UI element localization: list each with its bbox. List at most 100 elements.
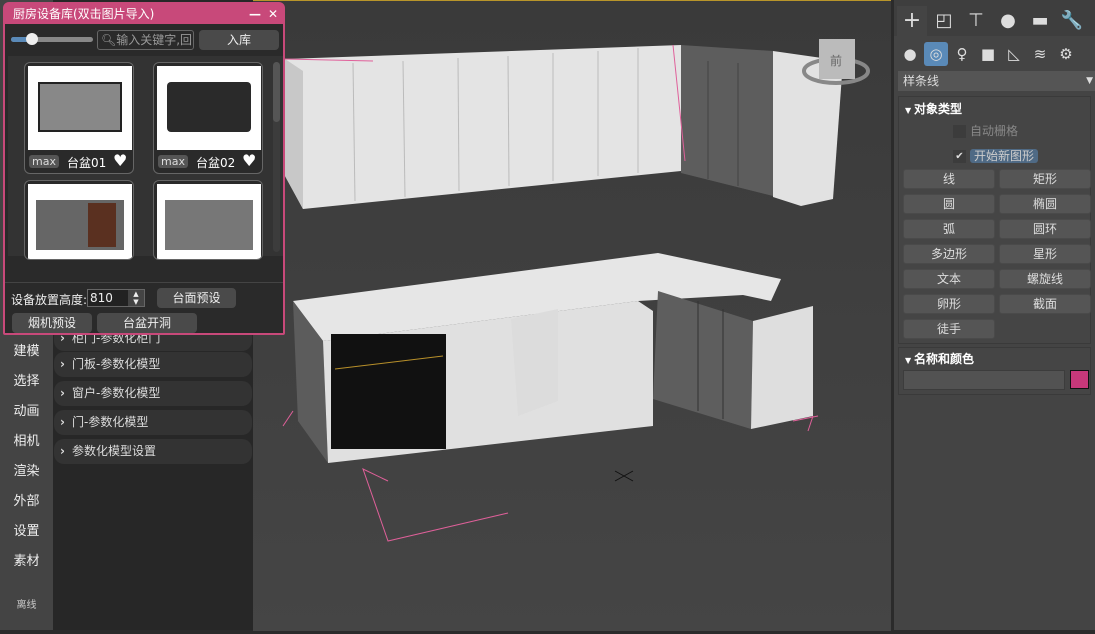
rectangle-button[interactable]: 矩形: [999, 169, 1091, 189]
autogrid-checkbox[interactable]: 自动栅格: [953, 122, 1018, 139]
sink-cutout-button[interactable]: 台盆开洞: [97, 313, 197, 333]
leftbar-item-settings[interactable]: 设置: [0, 520, 53, 539]
star-button[interactable]: 星形: [999, 244, 1091, 264]
ngon-button[interactable]: 多边形: [903, 244, 995, 264]
checkmark-icon: ✔: [953, 150, 966, 163]
circle-button[interactable]: 圆: [903, 194, 995, 214]
leftbar-item-animation[interactable]: 动画: [0, 400, 53, 419]
section-door-panel[interactable]: › 门板-参数化模型: [54, 352, 252, 377]
object-name-input[interactable]: [903, 370, 1065, 390]
create-tab-icon[interactable]: +: [897, 6, 927, 36]
leftbar-item-assets[interactable]: 素材: [0, 550, 53, 569]
viewport-perspective[interactable]: 前: [253, 0, 891, 631]
status-offline: 离线: [16, 600, 37, 611]
leftbar-item-modeling[interactable]: 建模: [0, 340, 53, 359]
helix-button[interactable]: 螺旋线: [999, 269, 1091, 289]
hood-preset-button[interactable]: 烟机预设: [12, 313, 92, 333]
section-window[interactable]: › 窗户-参数化模型: [54, 381, 252, 406]
item-name: 台盆01: [67, 156, 107, 170]
hierarchy-tab-icon[interactable]: ⊤: [961, 6, 991, 36]
modify-tab-icon[interactable]: ◰: [929, 6, 959, 36]
start-new-shape-label: 开始新图形: [970, 149, 1039, 163]
format-badge: max: [29, 155, 59, 168]
section-door[interactable]: › 门-参数化模型: [54, 410, 252, 435]
section-label: 门-参数化模型: [72, 415, 149, 429]
egg-button[interactable]: 卵形: [903, 294, 995, 314]
utilities-tab-icon[interactable]: 🔧: [1057, 6, 1087, 36]
category-value: 样条线: [903, 74, 940, 88]
item-card[interactable]: max 台盆02 ♥: [153, 62, 263, 174]
systems-icon[interactable]: ⚙: [1054, 42, 1078, 66]
minimize-icon[interactable]: —: [249, 4, 261, 24]
sink-thumbnail: [28, 184, 132, 259]
search-placeholder: 输入关键字,回: [116, 33, 193, 47]
motion-tab-icon[interactable]: ●: [993, 6, 1023, 36]
countertop-preset-button[interactable]: 台面预设: [157, 288, 236, 308]
chevron-right-icon: ›: [60, 386, 65, 400]
section-label: 门板-参数化模型: [72, 357, 161, 371]
height-label: 设备放置高度:: [11, 293, 88, 307]
search-input[interactable]: 🔍︎输入关键字,回: [97, 30, 194, 50]
name-color-header[interactable]: ▼ 名称和颜色: [905, 350, 974, 367]
sink-thumbnail: [28, 66, 132, 150]
chevron-right-icon: ›: [60, 357, 65, 371]
format-badge: max: [158, 155, 188, 168]
leftbar-item-external[interactable]: 外部: [0, 490, 53, 509]
chevron-right-icon: ›: [60, 444, 65, 458]
shapes-icon[interactable]: ◎: [924, 42, 948, 66]
ellipse-button[interactable]: 椭圆: [999, 194, 1091, 214]
import-library-button[interactable]: 入库: [199, 30, 279, 50]
object-type-header[interactable]: ▼ 对象类型: [905, 100, 962, 117]
lights-icon[interactable]: ♀: [950, 42, 974, 66]
viewcube-label: 前: [830, 53, 842, 68]
command-panel: + ◰ ⊤ ● ▬ 🔧 ● ◎ ♀ ■ ◺ ≋ ⚙ 样条线 ▼ ▼ 对象类型 自动…: [894, 0, 1095, 630]
search-icon: 🔍︎: [101, 33, 117, 47]
arc-button[interactable]: 弧: [903, 219, 995, 239]
line-button[interactable]: 线: [903, 169, 995, 189]
cameras-icon[interactable]: ■: [976, 42, 1000, 66]
height-spinner[interactable]: 810 ▲ ▼: [87, 289, 145, 307]
grid-scrollbar[interactable]: [273, 62, 280, 252]
favorite-heart-icon[interactable]: ♥: [113, 151, 127, 170]
donut-button[interactable]: 圆环: [999, 219, 1091, 239]
category-dropdown[interactable]: 样条线 ▼: [898, 71, 1095, 91]
height-value: 810: [90, 291, 113, 305]
spinner-arrows-icon[interactable]: ▲ ▼: [128, 290, 144, 306]
sink-thumbnail: [157, 66, 261, 150]
section-label: 参数化模型设置: [72, 444, 157, 458]
oven: [331, 334, 446, 449]
dialog-title: 厨房设备库(双击图片导入): [13, 7, 155, 21]
text-button[interactable]: 文本: [903, 269, 995, 289]
item-name: 台盆02: [196, 156, 236, 170]
item-card[interactable]: [24, 180, 134, 260]
section-label: 窗户-参数化模型: [72, 386, 161, 400]
upper-cabinet-corner: [681, 45, 773, 196]
geometry-icon[interactable]: ●: [898, 42, 922, 66]
dialog-titlebar[interactable]: 厨房设备库(双击图片导入) — ✕: [5, 4, 283, 24]
chevron-right-icon: ›: [60, 415, 65, 429]
object-color-swatch[interactable]: [1070, 370, 1089, 389]
item-card[interactable]: [153, 180, 263, 260]
space-warps-icon[interactable]: ≋: [1028, 42, 1052, 66]
autogrid-label: 自动栅格: [970, 124, 1019, 138]
close-icon[interactable]: ✕: [268, 4, 278, 24]
name-color-rollout: ▼ 名称和颜色: [898, 347, 1091, 395]
rollout-title: 对象类型: [913, 102, 962, 116]
section-parametric-settings[interactable]: › 参数化模型设置: [54, 439, 252, 464]
leftbar-item-camera[interactable]: 相机: [0, 430, 53, 449]
display-tab-icon[interactable]: ▬: [1025, 6, 1055, 36]
thumbnail-size-slider[interactable]: [11, 33, 93, 45]
freehand-button[interactable]: 徒手: [903, 319, 995, 339]
item-card[interactable]: max 台盆01 ♥: [24, 62, 134, 174]
favorite-heart-icon[interactable]: ♥: [242, 151, 256, 170]
thumbnail-grid: max 台盆01 ♥ max 台盆02 ♥: [8, 56, 283, 260]
start-new-shape-checkbox[interactable]: ✔ 开始新图形: [953, 147, 1039, 164]
leftbar-item-render[interactable]: 渲染: [0, 460, 53, 479]
helpers-icon[interactable]: ◺: [1002, 42, 1026, 66]
kitchen-model: 前: [253, 1, 891, 631]
dropdown-arrow-icon: ▼: [1086, 76, 1093, 86]
sink-thumbnail: [157, 184, 261, 259]
leftbar-item-select[interactable]: 选择: [0, 370, 53, 389]
section-button[interactable]: 截面: [999, 294, 1091, 314]
rollout-title: 名称和颜色: [913, 352, 974, 366]
